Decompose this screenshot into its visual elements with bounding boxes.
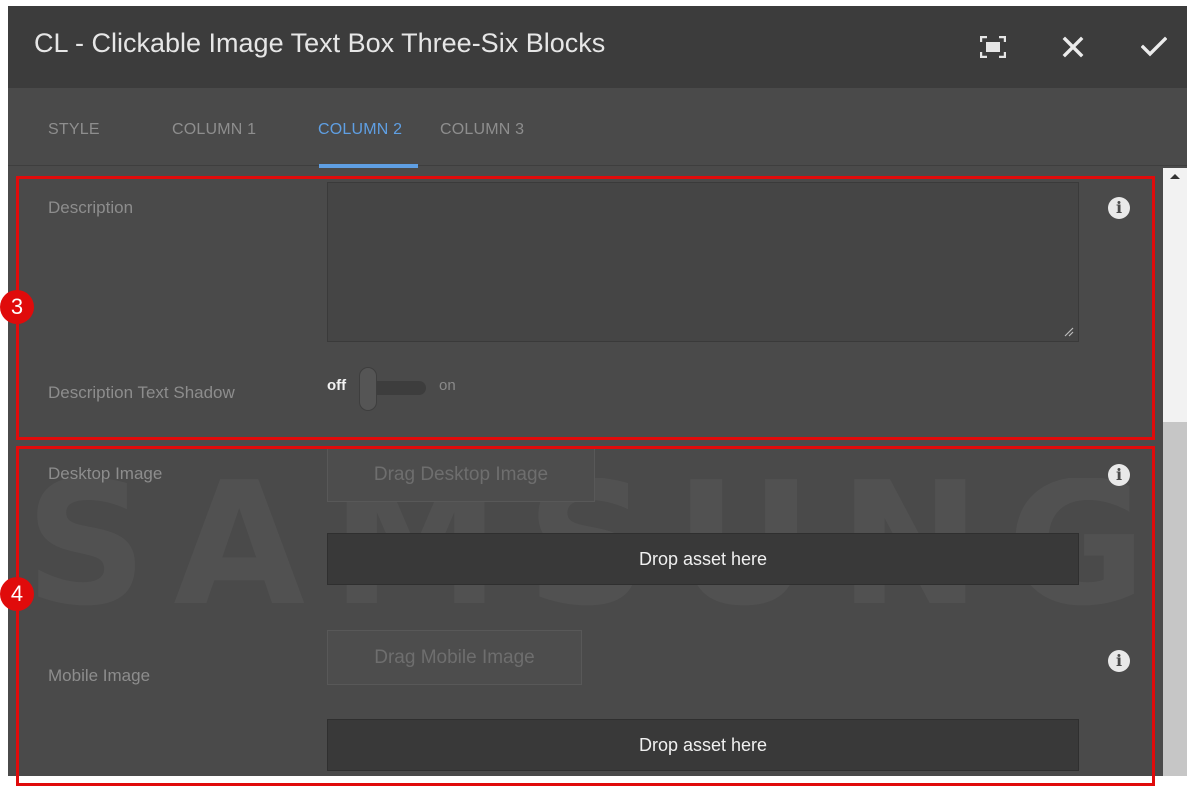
text-shadow-switch-thumb[interactable] bbox=[359, 367, 377, 411]
tab-bar: STYLE COLUMN 1 COLUMN 2 COLUMN 3 bbox=[8, 88, 1187, 168]
description-textarea[interactable] bbox=[327, 182, 1079, 342]
tab-column-2[interactable]: COLUMN 2 bbox=[318, 121, 402, 139]
drag-desktop-image-button[interactable]: Drag Desktop Image bbox=[327, 447, 595, 502]
step-badge-3: 3 bbox=[0, 290, 34, 324]
description-info-icon[interactable]: i bbox=[1108, 197, 1130, 219]
done-button[interactable] bbox=[1137, 30, 1171, 64]
fullscreen-icon bbox=[980, 36, 1006, 58]
description-label: Description bbox=[48, 198, 134, 217]
description-text-shadow-label: Description Text Shadow bbox=[48, 383, 235, 402]
active-tab-indicator bbox=[319, 164, 418, 168]
scroll-thumb[interactable] bbox=[1163, 422, 1187, 776]
drag-mobile-image-button[interactable]: Drag Mobile Image bbox=[327, 630, 582, 685]
dialog-title: CL - Clickable Image Text Box Three-Six … bbox=[34, 28, 606, 58]
dialog-titlebar: CL - Clickable Image Text Box Three-Six … bbox=[8, 6, 1187, 88]
switch-off-label: off bbox=[327, 377, 347, 394]
mobile-image-drop-zone[interactable]: Drop asset here bbox=[327, 719, 1079, 771]
desktop-image-label: Desktop Image bbox=[48, 464, 163, 483]
switch-on-label: on bbox=[439, 377, 456, 394]
scroll-up-arrow-icon[interactable] bbox=[1170, 174, 1180, 179]
resize-grip-icon[interactable] bbox=[1064, 327, 1074, 337]
fullscreen-button[interactable] bbox=[976, 30, 1010, 64]
tab-column-1[interactable]: COLUMN 1 bbox=[172, 121, 256, 139]
tab-column-3[interactable]: COLUMN 3 bbox=[440, 121, 524, 139]
mobile-image-label: Mobile Image bbox=[48, 666, 151, 685]
step-badge-4: 4 bbox=[0, 577, 34, 611]
checkmark-icon bbox=[1141, 36, 1167, 57]
scrollbar[interactable] bbox=[1163, 168, 1187, 776]
desktop-image-info-icon[interactable]: i bbox=[1108, 464, 1130, 486]
mobile-image-info-icon[interactable]: i bbox=[1108, 650, 1130, 672]
close-button[interactable] bbox=[1056, 30, 1090, 64]
desktop-image-drop-zone[interactable]: Drop asset here bbox=[327, 533, 1079, 585]
close-icon bbox=[1062, 36, 1084, 58]
tab-style[interactable]: STYLE bbox=[48, 121, 100, 139]
